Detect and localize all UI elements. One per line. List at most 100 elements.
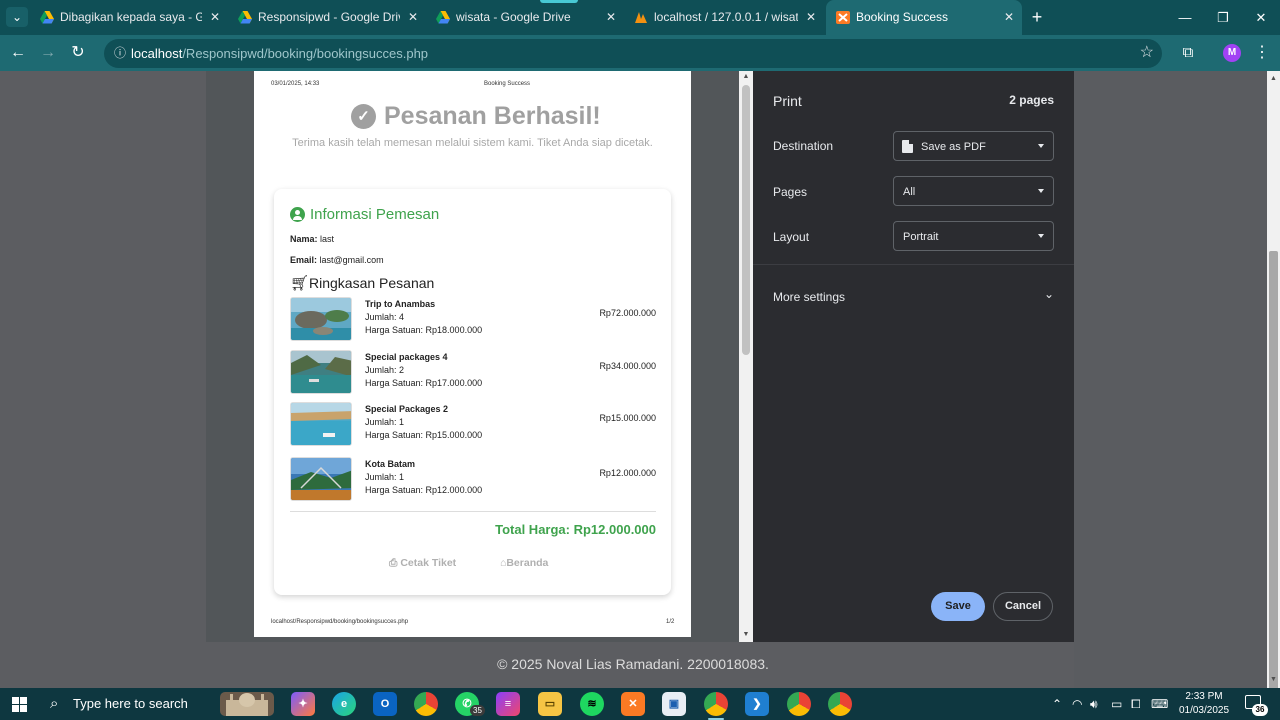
site-info-icon[interactable]: ⓘ [112, 45, 128, 61]
xampp-taskbar-icon[interactable]: ✕ [621, 692, 645, 716]
item-total: Rp34.000.000 [599, 361, 656, 371]
save-button[interactable]: Save [931, 592, 985, 621]
tab-responsipwd[interactable]: Responsipwd - Google Drive ✕ [228, 0, 426, 35]
vscode-icon[interactable]: ❯ [745, 692, 769, 716]
pages-select[interactable]: All [893, 176, 1054, 206]
scroll-down-icon[interactable]: ▼ [1267, 676, 1280, 683]
tab-phpmyadmin[interactable]: localhost / 127.0.0.1 / wisata / u ✕ [624, 0, 824, 35]
settings-divider [753, 264, 1074, 265]
scroll-up-icon[interactable]: ▲ [1267, 75, 1280, 82]
scroll-down-icon[interactable]: ▼ [739, 631, 753, 638]
info-title: Informasi Pemesan [310, 206, 440, 223]
preview-scrollbar-thumb[interactable] [742, 85, 750, 355]
reload-button[interactable]: ↻ [67, 42, 89, 64]
tab-search-button[interactable]: ⌄ [6, 7, 28, 27]
page-count: 2 pages [1009, 93, 1054, 107]
xampp-icon [836, 11, 850, 24]
chevron-up-icon[interactable]: ⌃ [1052, 688, 1062, 720]
cancel-button[interactable]: Cancel [993, 592, 1053, 621]
print-header-title: Booking Success [484, 81, 531, 87]
print-footer-page: 1/2 [666, 619, 675, 625]
back-button[interactable]: ← [7, 42, 29, 64]
order-item: Kota Batam Jumlah: 1 Harga Satuan: Rp12.… [290, 457, 656, 503]
wifi-icon[interactable]: ◠ [1072, 688, 1082, 720]
bookmark-star-icon[interactable]: ☆ [1140, 44, 1154, 62]
chevron-down-icon [1038, 234, 1044, 238]
close-tab-icon[interactable]: ✕ [604, 0, 618, 35]
name-value: last [320, 234, 335, 244]
destination-label: Destination [773, 139, 834, 153]
copilot-icon[interactable]: ✦ [291, 692, 315, 716]
forward-button[interactable]: → [37, 42, 59, 64]
item-photo [290, 457, 352, 501]
browser-menu-icon[interactable]: ⋮ [1254, 43, 1270, 63]
layout-select[interactable]: Portrait [893, 221, 1054, 251]
email-value: last@gmail.com [319, 255, 384, 265]
name-label: Nama: [290, 234, 318, 244]
maximize-button[interactable]: ❐ [1204, 0, 1242, 35]
order-item: Special packages 4 Jumlah: 2 Harga Satua… [290, 350, 656, 396]
stack-app-icon[interactable]: ≡ [496, 692, 520, 716]
item-photo [290, 402, 352, 446]
tab-dibagikan[interactable]: Dibagikan kepada saya - Googl ✕ [30, 0, 228, 35]
search-icon[interactable]: ⌕ [50, 694, 58, 714]
preview-scrollbar[interactable]: ▲ ▼ [739, 71, 753, 642]
close-tab-icon[interactable]: ✕ [1002, 0, 1016, 35]
print-ticket-button[interactable]: ⎙ Cetak Tiket [389, 557, 456, 570]
google-drive-icon [436, 11, 450, 24]
item-name: Kota Batam [365, 459, 416, 469]
display-icon[interactable]: ⧠ [1131, 688, 1141, 720]
minimize-button[interactable]: — [1166, 0, 1204, 35]
outlook-icon[interactable]: O [373, 692, 397, 716]
tab-title: wisata - Google Drive [456, 10, 571, 24]
booking-card: Informasi Pemesan Nama: last Email: last… [274, 189, 671, 595]
close-window-button[interactable]: ✕ [1242, 0, 1280, 35]
print-footer-url: localhost/Responsipwd/booking/bookingsuc… [271, 619, 409, 625]
chevron-down-icon[interactable]: ⌄ [1044, 286, 1054, 302]
new-tab-button[interactable]: + [1027, 7, 1047, 27]
home-button[interactable]: ⌂Beranda [500, 557, 548, 569]
page-scrollbar[interactable]: ▲ ▼ [1267, 71, 1280, 720]
chrome-icon[interactable] [414, 692, 438, 716]
profile-avatar[interactable]: M [1223, 44, 1241, 62]
keyboard-icon[interactable]: ⌨ [1151, 688, 1168, 720]
email-line: Email: last@gmail.com [290, 255, 384, 265]
windows-taskbar: ⌕ Type here to search ✦ e O ✆ 35 ≡ ▭ ≋ ✕… [0, 688, 1280, 720]
url-text[interactable]: localhost/Responsipwd/booking/bookingsuc… [131, 39, 428, 68]
cart-icon: 🛒︎ [290, 275, 310, 292]
summary-title: Ringkasan Pesanan [309, 275, 435, 291]
chrome-icon-2[interactable] [787, 692, 811, 716]
scroll-up-icon[interactable]: ▲ [739, 73, 753, 80]
order-item: Trip to Anambas Jumlah: 4 Harga Satuan: … [290, 297, 656, 343]
notification-badge: 36 [1252, 704, 1268, 716]
destination-select[interactable]: Save as PDF [893, 131, 1054, 161]
close-tab-icon[interactable]: ✕ [208, 0, 222, 35]
more-settings-toggle[interactable]: More settings [773, 290, 845, 304]
tab-wisata[interactable]: wisata - Google Drive ✕ [426, 0, 624, 35]
close-tab-icon[interactable]: ✕ [406, 0, 420, 35]
item-name: Trip to Anambas [365, 299, 436, 309]
search-highlight-image[interactable] [220, 692, 274, 716]
page-scrollbar-thumb[interactable] [1269, 251, 1278, 720]
extensions-icon[interactable]: ⧉ [1178, 43, 1198, 63]
speaker-icon[interactable]: 🔊︎ [1090, 688, 1098, 720]
battery-icon[interactable]: ▭ [1111, 688, 1122, 720]
file-explorer-icon[interactable]: ▭ [538, 692, 562, 716]
page-copyright: © 2025 Noval Lias Ramadani. 2200018083. [497, 656, 769, 672]
window-app-icon[interactable]: ▣ [662, 692, 686, 716]
tab-title: localhost / 127.0.0.1 / wisata / u [654, 10, 798, 24]
spotify-icon[interactable]: ≋ [580, 692, 604, 716]
tab-booking-success[interactable]: Booking Success ✕ [826, 0, 1022, 35]
address-bar[interactable]: ⓘ localhost/Responsipwd/booking/bookings… [104, 39, 1162, 68]
taskbar-clock[interactable]: 2:33 PM 01/03/2025 [1174, 690, 1234, 718]
item-unit-price: Harga Satuan: Rp18.000.000 [365, 325, 483, 335]
taskbar-search[interactable]: Type here to search [73, 688, 188, 720]
item-name: Special packages 4 [365, 352, 448, 362]
windows-start-icon[interactable] [12, 697, 27, 712]
chrome-icon-3[interactable] [828, 692, 852, 716]
document-icon [902, 140, 913, 153]
close-tab-icon[interactable]: ✕ [804, 0, 818, 35]
print-header-date: 03/01/2025, 14:33 [271, 81, 320, 87]
edge-icon[interactable]: e [332, 692, 356, 716]
chrome-profile-icon[interactable] [704, 692, 728, 716]
